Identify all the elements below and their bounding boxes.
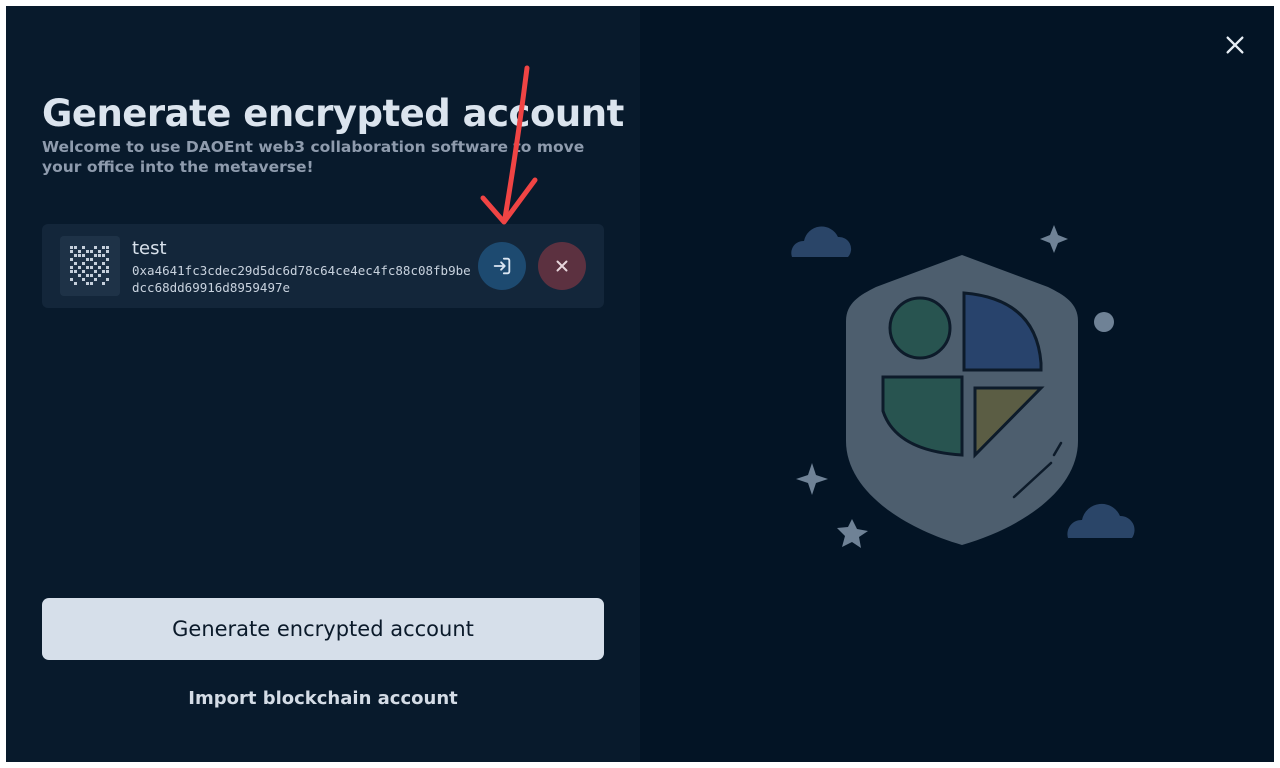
page-title: Generate encrypted account <box>42 92 624 135</box>
account-card: test 0xa4641fc3cdec29d5dc6d78c64ce4ec4fc… <box>42 224 604 308</box>
account-name: test <box>132 238 167 259</box>
account-address: 0xa4641fc3cdec29d5dc6d78c64ce4ec4fc88c08… <box>132 263 471 295</box>
identicon-icon <box>60 236 120 296</box>
sparkle-icon <box>1040 225 1068 253</box>
left-panel: Generate encrypted account Welcome to us… <box>6 6 640 762</box>
cloud-icon <box>791 226 852 257</box>
sparkle-icon <box>796 463 828 495</box>
app-window: Generate encrypted account Welcome to us… <box>6 6 1274 762</box>
login-icon <box>493 257 511 275</box>
avatar <box>60 236 120 296</box>
dot-icon <box>1094 312 1114 332</box>
remove-account-button[interactable] <box>538 242 586 290</box>
close-icon <box>556 260 568 272</box>
close-window-button[interactable] <box>1220 30 1250 60</box>
page-subtitle: Welcome to use DAOEnt web3 collaboration… <box>42 138 585 176</box>
login-account-button[interactable] <box>478 242 526 290</box>
security-shield-illustration <box>791 225 1135 548</box>
close-icon <box>1226 36 1244 54</box>
import-account-link[interactable]: Import blockchain account <box>42 684 604 712</box>
generate-account-button[interactable]: Generate encrypted account <box>42 598 604 660</box>
sparkle-icon <box>837 519 868 548</box>
cloud-icon <box>1067 503 1135 538</box>
